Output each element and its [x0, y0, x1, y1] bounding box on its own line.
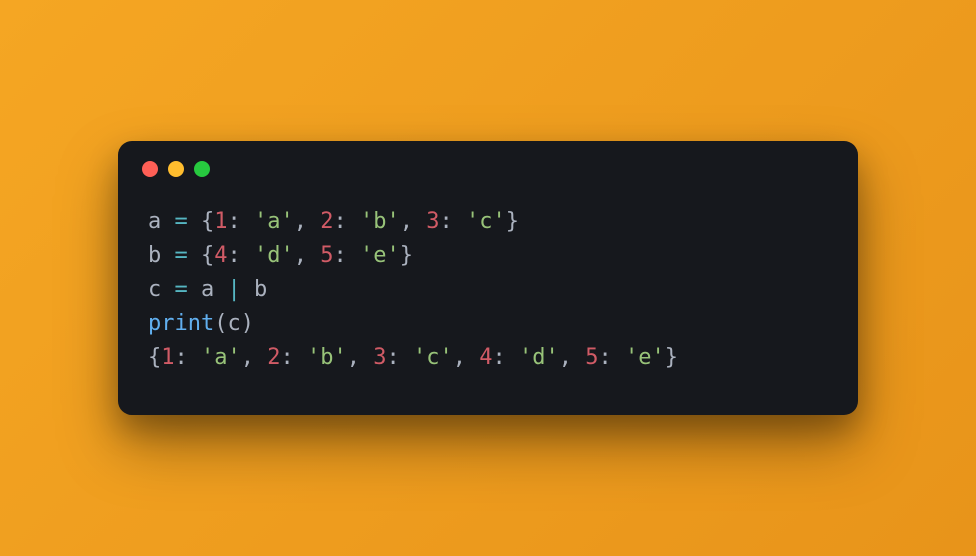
- close-icon[interactable]: [142, 161, 158, 177]
- code-token: 'a': [254, 209, 294, 234]
- code-token: c: [148, 277, 175, 302]
- code-token: :: [334, 243, 361, 268]
- code-token: 3: [426, 209, 439, 234]
- code-token: 1: [214, 209, 227, 234]
- code-token: b: [148, 243, 175, 268]
- code-token: ,: [453, 345, 480, 370]
- code-token: =: [175, 209, 188, 234]
- code-line: a = {1: 'a', 2: 'b', 3: 'c'}: [148, 205, 828, 239]
- code-token: =: [175, 277, 188, 302]
- code-line: b = {4: 'd', 5: 'e'}: [148, 239, 828, 273]
- code-token: 'e': [360, 243, 400, 268]
- code-token: :: [493, 345, 520, 370]
- code-token: 5: [320, 243, 333, 268]
- maximize-icon[interactable]: [194, 161, 210, 177]
- code-token: 'b': [360, 209, 400, 234]
- code-token: 'b': [307, 345, 347, 370]
- code-token: b: [241, 277, 268, 302]
- code-token: 5: [585, 345, 598, 370]
- code-token: |: [228, 277, 241, 302]
- code-line: print(c): [148, 307, 828, 341]
- code-token: 'a': [201, 345, 241, 370]
- code-token: ,: [241, 345, 268, 370]
- code-token: 'd': [254, 243, 294, 268]
- code-token: ,: [294, 209, 321, 234]
- code-token: {: [148, 345, 161, 370]
- code-token: :: [334, 209, 361, 234]
- code-token: :: [387, 345, 414, 370]
- code-token: 4: [214, 243, 227, 268]
- code-token: {: [188, 243, 215, 268]
- code-token: }: [506, 209, 519, 234]
- code-token: ,: [400, 209, 427, 234]
- code-token: 'c': [466, 209, 506, 234]
- code-token: ,: [559, 345, 586, 370]
- code-token: {: [188, 209, 215, 234]
- code-token: 3: [373, 345, 386, 370]
- code-token: a: [188, 277, 228, 302]
- code-token: 'c': [413, 345, 453, 370]
- code-token: :: [599, 345, 626, 370]
- code-token: :: [175, 345, 202, 370]
- window-titlebar: [118, 141, 858, 185]
- code-token: =: [175, 243, 188, 268]
- code-token: 2: [320, 209, 333, 234]
- code-token: 4: [479, 345, 492, 370]
- terminal-window: a = {1: 'a', 2: 'b', 3: 'c'}b = {4: 'd',…: [118, 141, 858, 415]
- code-token: a: [148, 209, 175, 234]
- code-token: 'e': [625, 345, 665, 370]
- minimize-icon[interactable]: [168, 161, 184, 177]
- code-token: }: [665, 345, 678, 370]
- code-token: ,: [347, 345, 374, 370]
- code-token: :: [281, 345, 308, 370]
- code-token: (c): [214, 311, 254, 336]
- code-token: 1: [161, 345, 174, 370]
- code-line: {1: 'a', 2: 'b', 3: 'c', 4: 'd', 5: 'e'}: [148, 341, 828, 375]
- code-token: ,: [294, 243, 321, 268]
- code-token: 2: [267, 345, 280, 370]
- code-token: :: [228, 243, 255, 268]
- code-token: :: [228, 209, 255, 234]
- code-token: }: [400, 243, 413, 268]
- code-token: :: [440, 209, 467, 234]
- code-area: a = {1: 'a', 2: 'b', 3: 'c'}b = {4: 'd',…: [118, 185, 858, 415]
- code-line: c = a | b: [148, 273, 828, 307]
- code-token: 'd': [519, 345, 559, 370]
- code-token: print: [148, 311, 214, 336]
